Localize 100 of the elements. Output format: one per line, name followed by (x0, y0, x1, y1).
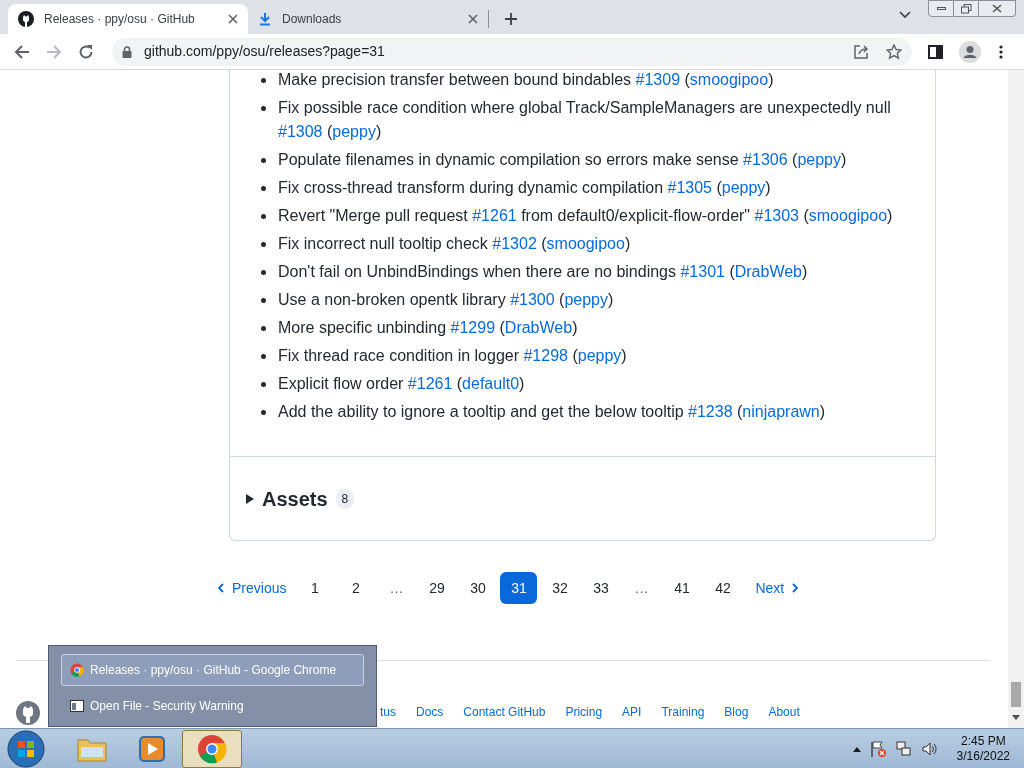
download-icon (258, 12, 272, 26)
changelog-item: Fix incorrect null tooltip check #1302 (smoogipoo) (261, 232, 925, 256)
plus-icon (504, 12, 518, 26)
link[interactable]: peppy (577, 347, 622, 364)
window-title: Releases · ppy/osu · GitHub - Google Chrome (90, 662, 337, 679)
link[interactable]: ninjaprawn (742, 403, 820, 420)
minimize-button[interactable] (928, 0, 954, 17)
page-link[interactable]: 29 (418, 572, 456, 604)
browser-tab[interactable]: Releases · ppy/osu · GitHub (8, 4, 248, 34)
link[interactable]: #1308 (278, 123, 323, 140)
chevron-right-icon (792, 583, 799, 593)
footer-link[interactable]: API (622, 703, 642, 721)
triangle-right-icon[interactable] (246, 493, 254, 504)
link[interactable]: #1261 (407, 375, 453, 392)
page-link[interactable]: 31 (500, 572, 538, 604)
link[interactable]: peppy (721, 179, 766, 196)
assets-heading[interactable]: Assets (262, 483, 328, 514)
close-button[interactable] (979, 0, 1016, 17)
tab-title: Releases · ppy/osu · GitHub (44, 11, 195, 28)
link[interactable]: #1238 (688, 403, 733, 420)
menu-icon[interactable] (999, 44, 1003, 59)
changelog-item: Don't fail on UnbindBindings when there are no bindings #1301 (DrabWeb) (261, 260, 925, 284)
close-icon[interactable] (228, 14, 238, 24)
footer-link[interactable]: Contact GitHub (463, 703, 546, 721)
link[interactable]: #1302 (492, 235, 537, 252)
octocat-icon (18, 11, 34, 27)
link[interactable]: #1305 (667, 179, 712, 196)
show-hidden-icons-icon[interactable] (852, 745, 861, 752)
link[interactable]: #1298 (523, 347, 568, 364)
page-link[interactable]: 2 (337, 572, 375, 604)
footer-link[interactable]: Docs (416, 703, 444, 721)
flag-icon[interactable] (868, 739, 887, 758)
scrollbar[interactable] (1008, 70, 1024, 728)
scrollbar-thumb[interactable] (1011, 682, 1021, 707)
window-list-item[interactable]: Open File - Security Warning (61, 690, 364, 722)
chevron-down-icon[interactable] (899, 11, 911, 19)
previous-link[interactable]: Previous (210, 572, 295, 604)
link[interactable]: #1301 (680, 263, 725, 280)
link[interactable]: smoogipoo (546, 235, 625, 252)
ellipsis: … (388, 578, 405, 598)
changelog-item: More specific unbinding #1299 (DrabWeb) (261, 316, 925, 340)
link[interactable]: peppy (564, 291, 608, 308)
share-icon[interactable] (854, 44, 870, 59)
address-bar[interactable]: github.com/ppy/osu/releases?page=31 (112, 37, 912, 66)
count-badge: 8 (335, 488, 355, 509)
close-icon[interactable] (468, 14, 478, 24)
page-link[interactable]: 41 (663, 572, 701, 604)
footer-link[interactable]: Training (661, 703, 705, 721)
link[interactable]: peppy (332, 123, 376, 140)
window-title: Open File - Security Warning (90, 698, 244, 715)
next-link[interactable]: Next (747, 572, 807, 604)
link[interactable]: default0 (462, 375, 520, 392)
link[interactable]: #1300 (510, 291, 555, 308)
lock-icon (122, 45, 132, 58)
changelog-item: Fix thread race condition in logger #1298 (peppy) (261, 344, 925, 368)
network-icon[interactable] (894, 739, 913, 758)
link[interactable]: smoogipoo (808, 207, 888, 224)
github-logo-icon[interactable] (16, 701, 40, 725)
taskbar-button[interactable] (182, 729, 242, 768)
page-link[interactable]: 1 (296, 572, 334, 604)
link[interactable]: #1261 (472, 207, 517, 224)
profile-icon[interactable] (959, 40, 981, 63)
scroll-down-icon[interactable] (1012, 715, 1020, 721)
restore-button[interactable] (954, 0, 979, 17)
changelog-item: Revert "Merge pull request #1261 from default0/explicit-flow-order" #1303 (smoogipoo) (261, 204, 925, 228)
clock-time[interactable]: 2:45 PM (960, 733, 1006, 749)
footer-link[interactable]: Blog (724, 703, 749, 721)
clock-date[interactable]: 3/16/2022 (956, 748, 1010, 764)
page-link[interactable]: 30 (459, 572, 497, 604)
start-button[interactable] (7, 729, 45, 768)
chevron-left-icon (218, 583, 224, 593)
page-link[interactable]: 42 (704, 572, 742, 604)
changelog-item: Fix possible race condition where global Track/SampleManagers are unexpectedly null #1308 (peppy) (261, 96, 925, 144)
page-link[interactable]: 33 (582, 572, 620, 604)
side-panel-icon[interactable] (928, 44, 943, 59)
link[interactable]: DrabWeb (504, 319, 573, 336)
page-link[interactable]: 32 (541, 572, 579, 604)
link[interactable]: #1303 (754, 207, 799, 224)
link[interactable]: peppy (797, 151, 841, 168)
footer-link[interactable]: tus (380, 703, 396, 721)
changelog-item: Populate filenames in dynamic compilation so errors make sense #1306 (peppy) (261, 148, 925, 172)
footer-link[interactable]: Pricing (565, 703, 603, 721)
window-icon (70, 700, 84, 712)
changelog-item: Fix cross-thread transform during dynamic compilation #1305 (peppy) (261, 176, 925, 200)
browser-tab[interactable]: Downloads (248, 4, 488, 34)
star-icon[interactable] (886, 43, 902, 60)
close-icon (992, 4, 1002, 13)
link[interactable]: #1309 (635, 71, 681, 88)
link[interactable]: #1299 (450, 319, 496, 336)
link[interactable]: #1306 (743, 151, 788, 168)
footer-link[interactable]: About (768, 703, 800, 721)
restore-icon (960, 3, 972, 14)
changelog-item: Make precision transfer between bound bindables #1309 (smoogipoo) (261, 70, 925, 92)
back-icon[interactable] (14, 43, 30, 60)
window-list-item[interactable]: Releases · ppy/osu · GitHub - Google Chrome (61, 654, 364, 686)
reload-icon[interactable] (78, 43, 94, 60)
tab-title: Downloads (282, 11, 342, 28)
link[interactable]: smoogipoo (689, 71, 769, 88)
link[interactable]: DrabWeb (734, 263, 802, 280)
chrome-icon (197, 733, 227, 764)
